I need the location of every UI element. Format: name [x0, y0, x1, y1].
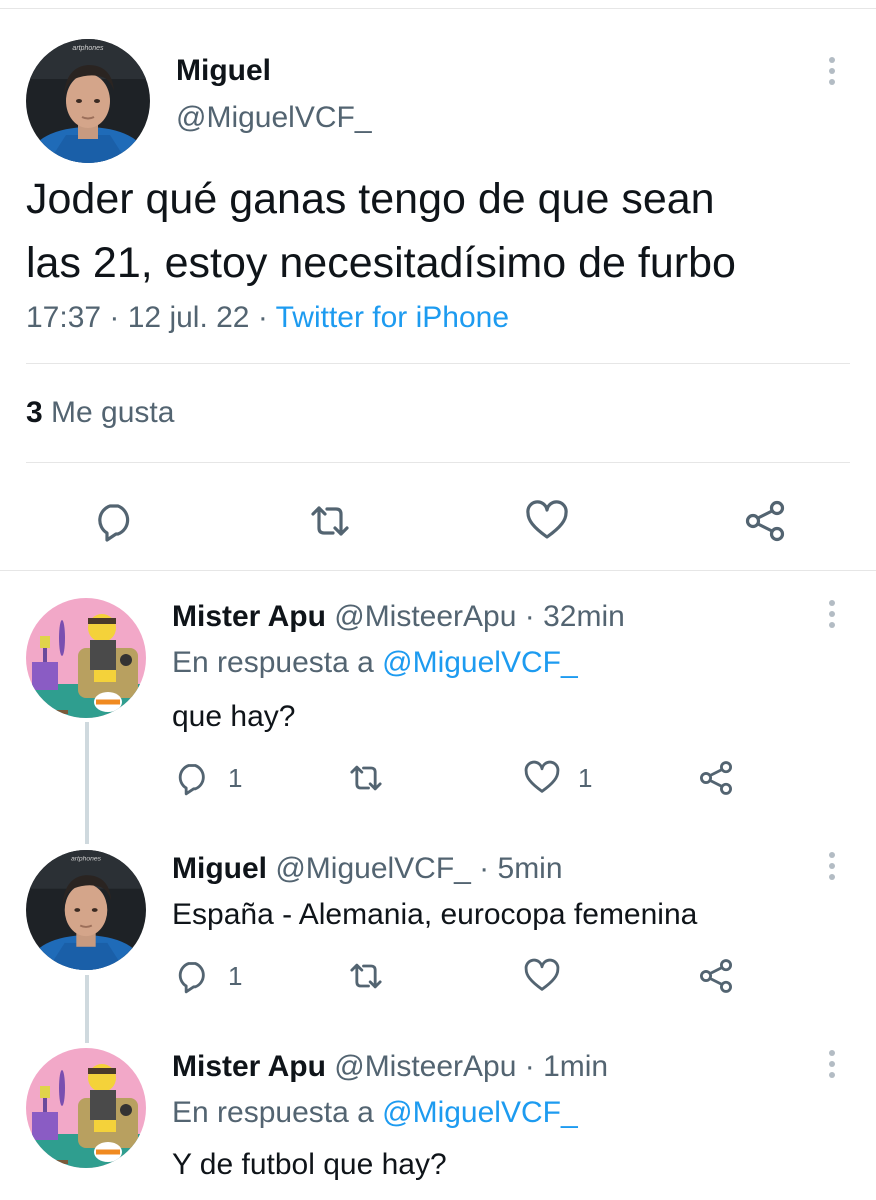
- reply-header: Mister Apu @MisteerApu · 1min: [172, 1050, 608, 1084]
- author-handle[interactable]: @MiguelVCF_: [176, 101, 372, 135]
- divider: [26, 363, 850, 364]
- retweet-button[interactable]: [346, 956, 402, 996]
- reply-author-name[interactable]: Mister Apu: [172, 600, 326, 633]
- avatar-mister-apu[interactable]: [26, 598, 146, 718]
- tweet-timestamp[interactable]: 17:37 · 12 jul. 22 ·: [26, 301, 276, 334]
- reply-tweet: Mister Apu @MisteerApu · 1min En respues…: [0, 1040, 876, 1200]
- reply-header: Mister Apu @MisteerApu · 32min: [172, 600, 625, 634]
- likes-stat[interactable]: 3 Me gusta: [26, 396, 174, 430]
- reply-tweet: Mister Apu @MisteerApu · 32min En respue…: [0, 590, 876, 830]
- avatar-miguel[interactable]: artphones: [26, 39, 150, 163]
- reply-to-mention[interactable]: @MiguelVCF_: [382, 1096, 578, 1129]
- reply-count: 1: [228, 762, 243, 793]
- avatar-mister-apu[interactable]: [26, 1048, 146, 1168]
- like-button[interactable]: 1: [522, 758, 592, 798]
- reply-icon: [98, 504, 130, 542]
- tweet-source-link[interactable]: Twitter for iPhone: [276, 301, 509, 334]
- more-options-icon[interactable]: [822, 600, 842, 633]
- author-display-name[interactable]: Miguel: [176, 54, 271, 88]
- retweet-button[interactable]: [306, 497, 354, 545]
- avatar-miguel[interactable]: artphones: [26, 850, 146, 970]
- tweet-text-line-2: las 21, estoy necesitadísimo de furbo: [26, 239, 736, 287]
- retweet-icon: [350, 765, 382, 791]
- reply-author-name[interactable]: Mister Apu: [172, 1050, 326, 1083]
- section-divider: [0, 570, 876, 571]
- main-tweet: artphones Miguel @MiguelVCF_ Joder qué g…: [0, 9, 876, 570]
- like-count: 1: [578, 762, 593, 793]
- reply-button[interactable]: 1: [172, 956, 242, 996]
- reply-icon: [178, 764, 205, 796]
- reply-to-mention[interactable]: @MiguelVCF_: [382, 646, 578, 679]
- retweet-icon: [311, 506, 349, 536]
- reply-header: Miguel @MiguelVCF_ · 5min: [172, 852, 563, 886]
- reply-to-prefix: En respuesta a: [172, 646, 383, 679]
- share-button[interactable]: [741, 497, 789, 545]
- reply-handle-time[interactable]: @MiguelVCF_ · 5min: [267, 852, 562, 885]
- reply-to-line: En respuesta a @MiguelVCF_: [172, 1096, 578, 1130]
- like-button[interactable]: [523, 497, 571, 545]
- like-icon: [526, 500, 568, 539]
- reply-author-name[interactable]: Miguel: [172, 852, 267, 885]
- like-icon: [524, 760, 560, 793]
- avatar-watermark: artphones: [72, 45, 104, 52]
- likes-label: Me gusta: [42, 396, 175, 429]
- retweet-button[interactable]: [346, 758, 402, 798]
- retweet-icon: [350, 963, 382, 989]
- reply-to-line: En respuesta a @MiguelVCF_: [172, 646, 578, 680]
- share-button[interactable]: [696, 956, 736, 996]
- tweet-text: Joder qué ganas tengo de que sean las 21…: [26, 167, 856, 295]
- reply-to-prefix: En respuesta a: [172, 1096, 383, 1129]
- tweet-text-line-1: Joder qué ganas tengo de que sean: [26, 175, 715, 223]
- avatar-watermark: artphones: [71, 856, 102, 863]
- share-button[interactable]: [696, 758, 736, 798]
- reply-button[interactable]: [90, 497, 138, 545]
- reply-count: 1: [228, 960, 243, 991]
- share-icon: [745, 500, 785, 542]
- tweet-meta: 17:37 · 12 jul. 22 · Twitter for iPhone: [26, 301, 509, 335]
- reply-handle-time[interactable]: @MisteerApu · 1min: [326, 1050, 608, 1083]
- share-icon: [700, 959, 732, 993]
- reply-text: España - Alemania, eurocopa femenina: [172, 898, 698, 931]
- like-icon: [524, 958, 560, 991]
- like-button[interactable]: [522, 956, 578, 996]
- reply-text: Y de futbol que hay?: [172, 1148, 447, 1181]
- divider: [26, 462, 850, 463]
- reply-icon: [178, 962, 205, 994]
- reply-button[interactable]: 1: [172, 758, 242, 798]
- likes-count: 3: [26, 396, 43, 429]
- share-icon: [700, 761, 732, 795]
- more-options-icon[interactable]: [822, 1050, 842, 1083]
- more-options-icon[interactable]: [822, 57, 842, 90]
- reply-tweet: artphones Miguel @MiguelVCF_ · 5min Espa…: [0, 842, 876, 1032]
- more-options-icon[interactable]: [822, 852, 842, 885]
- reply-handle-time[interactable]: @MisteerApu · 32min: [326, 600, 625, 633]
- reply-text: que hay?: [172, 700, 296, 733]
